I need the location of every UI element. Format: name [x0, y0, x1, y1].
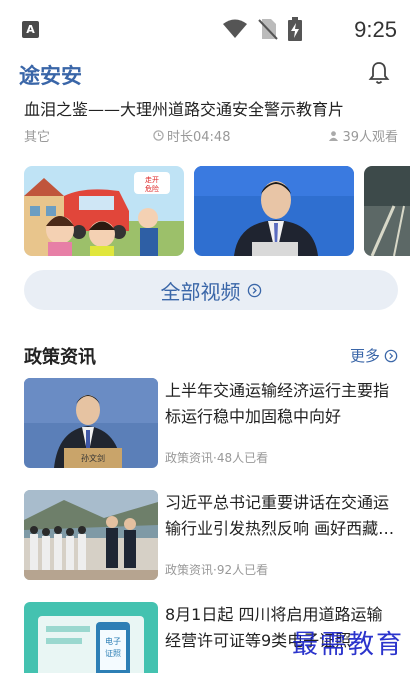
more-label: 更多 [349, 347, 380, 365]
watermark-text: 最需教育 [291, 630, 404, 660]
svg-text:电子: 电子 [105, 636, 121, 646]
news-meta: 政策资讯·48人已看 [165, 451, 269, 465]
news-meta: 政策资讯·92人已看 [165, 563, 269, 577]
video-thumbnail-road[interactable] [364, 166, 410, 256]
policy-section-header: 政策资讯 更多 [24, 343, 398, 368]
chevron-right-circle-icon [384, 349, 398, 362]
video-duration-text: 时长04:48 [167, 130, 231, 145]
section-title: 政策资讯 [24, 347, 96, 368]
all-videos-button[interactable]: 全部视频 [24, 270, 398, 310]
video-duration: 时长04:48 [153, 126, 230, 145]
news-thumbnail: 孙文剑 [24, 378, 158, 468]
more-link[interactable]: 更多 [350, 345, 398, 366]
no-sim-icon [258, 19, 278, 40]
video-category: 其它 [24, 130, 51, 145]
video-thumbnail-strip: 走开 危险 [24, 166, 410, 256]
svg-text:走开: 走开 [145, 176, 159, 184]
featured-video-meta: 其它 时长04:48 39人观看 [24, 126, 398, 145]
video-views: 39人观看 [328, 126, 398, 145]
app-header: 途安安 [0, 56, 410, 96]
clock-icon [153, 130, 164, 141]
bell-icon[interactable] [367, 60, 391, 86]
news-item[interactable]: 习近平总书记重要讲话在交通运输行业引发热烈反响 画好西藏… 政策资讯·92人已看 [24, 490, 398, 582]
featured-video-title[interactable]: 血泪之鉴——大理州道路交通安全警示教育片 [24, 96, 394, 120]
status-time: 9:25 [354, 17, 397, 42]
status-icons [222, 17, 302, 41]
app-title: 途安安 [19, 64, 82, 88]
person-icon [329, 131, 339, 141]
svg-text:证照: 证照 [105, 649, 121, 658]
wifi-icon [223, 19, 247, 38]
status-bar: A 9:25 [0, 0, 410, 56]
all-videos-label: 全部视频 [160, 279, 241, 304]
video-thumbnail-official[interactable] [194, 166, 354, 256]
notification-a-icon: A [22, 21, 39, 38]
news-thumbnail [24, 490, 158, 580]
video-views-text: 39人观看 [342, 130, 398, 145]
svg-text:危险: 危险 [145, 184, 159, 193]
chevron-right-circle-icon [247, 283, 261, 297]
news-title: 习近平总书记重要讲话在交通运输行业引发热烈反响 画好西藏… [165, 493, 395, 538]
nameplate-text: 孙文剑 [81, 453, 105, 463]
battery-charging-icon [288, 17, 302, 41]
news-item[interactable]: 孙文剑 上半年交通运输经济运行主要指标运行稳中加固稳中向好 政策资讯·48人已看 [24, 378, 398, 470]
news-title: 上半年交通运输经济运行主要指标运行稳中加固稳中向好 [165, 381, 390, 426]
news-thumbnail: 电子 证照 [24, 602, 158, 673]
video-thumbnail-cartoon[interactable]: 走开 危险 [24, 166, 184, 256]
